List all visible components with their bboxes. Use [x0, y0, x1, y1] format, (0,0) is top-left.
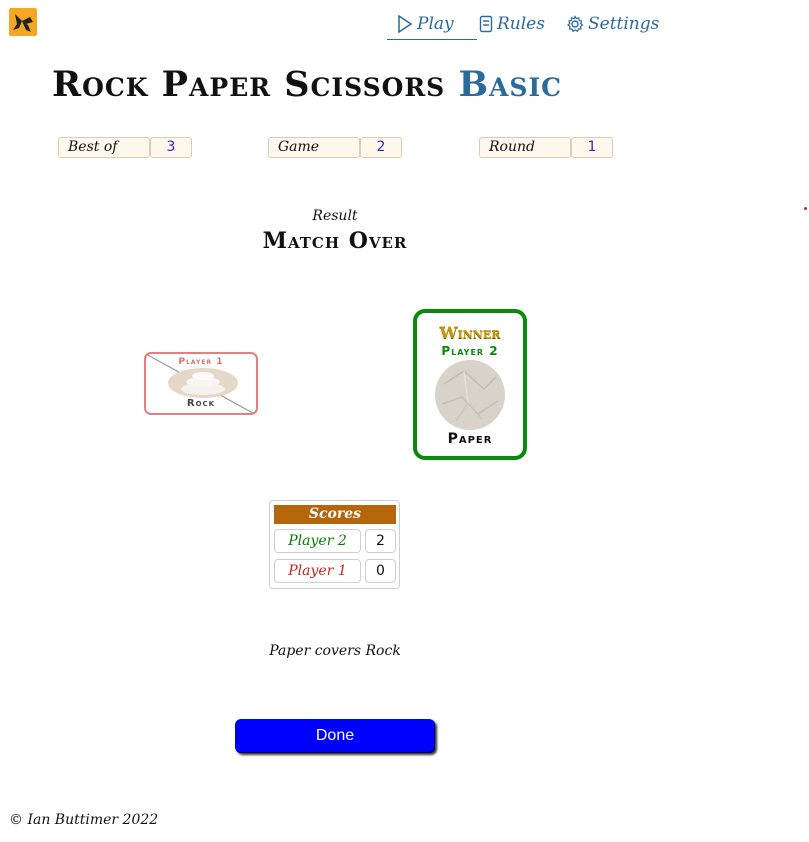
scores-table: Scores Player 2 2 Player 1 0: [269, 500, 400, 589]
winner-label: Winner: [439, 323, 501, 342]
player-1-choice: Rock: [186, 398, 216, 409]
score-player-name: Player 1: [274, 559, 361, 583]
round-value: 1: [571, 137, 613, 158]
player-1-card: Player 1 Rock: [144, 352, 258, 415]
player-2-name: Player 2: [441, 344, 499, 358]
marker-dot: [804, 207, 807, 210]
scores-header: Scores: [274, 505, 396, 524]
stat-game: Game 2: [268, 137, 402, 158]
title-accent: Basic: [458, 64, 563, 105]
gear-icon: [567, 14, 584, 32]
title-main: Rock Paper Scissors: [52, 64, 446, 105]
nav-play-label: Play: [417, 13, 454, 34]
paper-icon: [435, 360, 505, 430]
score-value: 2: [365, 529, 396, 553]
nav-rules[interactable]: Rules: [479, 8, 545, 39]
app-logo-icon[interactable]: [9, 8, 37, 36]
player-2-card: Winner Player 2 Paper: [413, 309, 527, 460]
nav-settings[interactable]: Settings: [566, 8, 659, 39]
score-player-name: Player 2: [274, 529, 361, 553]
nav-rules-label: Rules: [497, 13, 545, 34]
game-value: 2: [360, 137, 402, 158]
nav-play[interactable]: Play: [387, 8, 477, 40]
game-label: Game: [268, 137, 360, 158]
best-of-value: 3: [150, 137, 192, 158]
play-icon: [398, 14, 413, 33]
player-2-choice: Paper: [447, 431, 493, 447]
outcome-text: Paper covers Rock: [269, 643, 401, 659]
stat-round: Round 1: [479, 137, 613, 158]
best-of-label: Best of: [58, 137, 150, 158]
page-title: Rock Paper Scissors Basic: [52, 64, 562, 105]
round-label: Round: [479, 137, 571, 158]
stat-best-of: Best of 3: [58, 137, 192, 158]
result-label: Result: [312, 208, 358, 224]
done-button[interactable]: Done: [235, 719, 435, 753]
footer-copyright: © Ian Buttimer 2022: [9, 812, 159, 828]
player-1-name: Player 1: [178, 357, 224, 367]
nav-settings-label: Settings: [588, 13, 660, 34]
score-value: 0: [365, 559, 396, 583]
rock-icon: [168, 368, 238, 398]
result-value: Match Over: [262, 228, 408, 254]
rules-icon: [479, 15, 493, 32]
